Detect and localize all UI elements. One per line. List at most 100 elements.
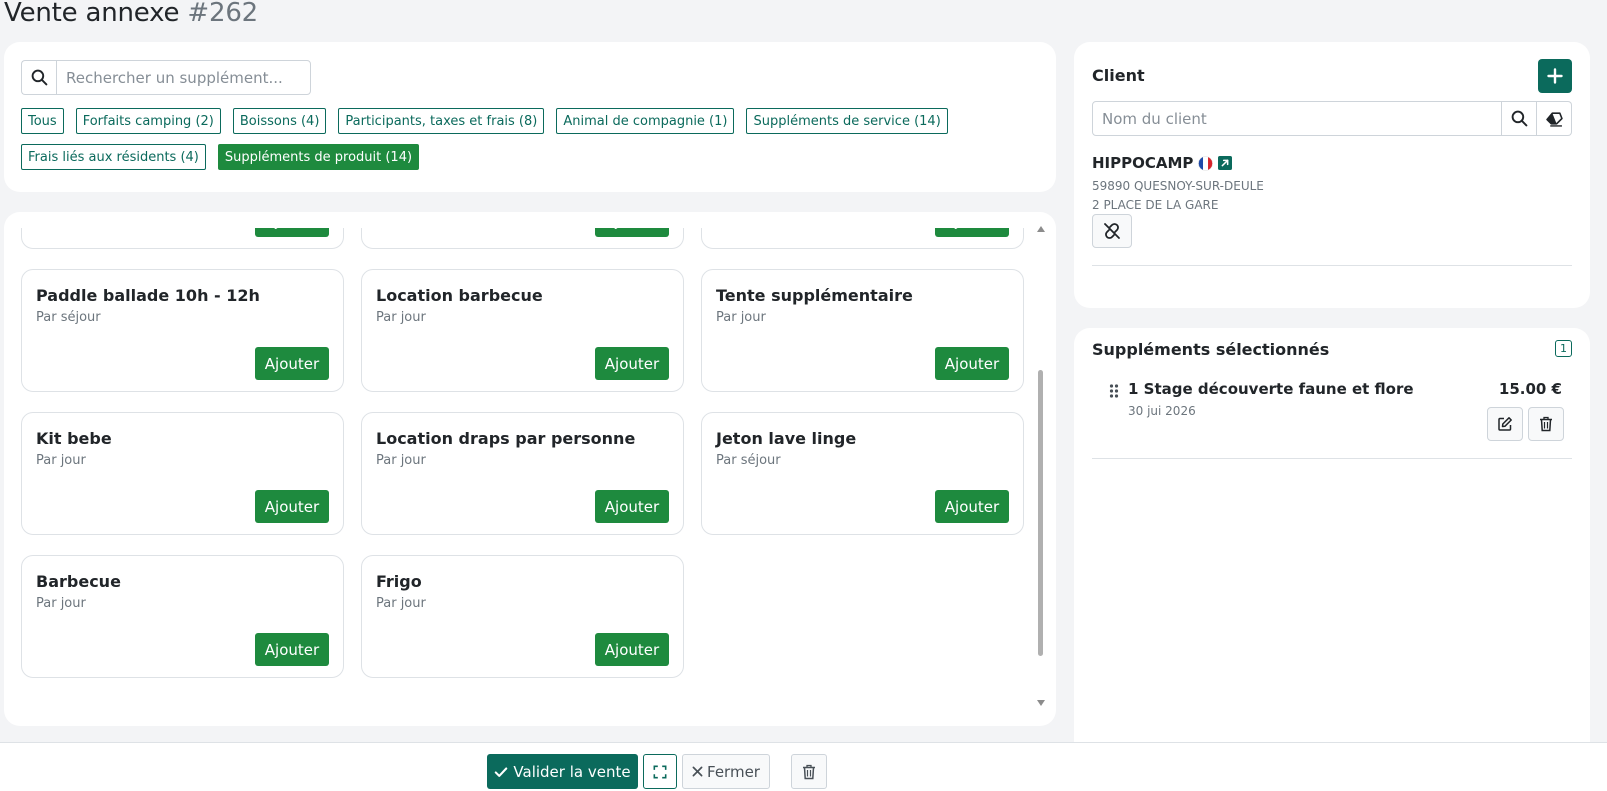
- selected-item-actions: [1487, 407, 1564, 441]
- filter-chip[interactable]: Forfaits camping (2): [75, 108, 221, 134]
- client-title: Client: [1092, 66, 1145, 85]
- validate-sale-label: Valider la vente: [513, 762, 631, 781]
- scroll-down-arrow-icon[interactable]: [1037, 700, 1045, 706]
- product-card: Jeton lave linge Par séjour Ajouter: [701, 412, 1024, 535]
- product-name: Paddle ballade 10h - 12h: [36, 286, 260, 305]
- edit-item-button[interactable]: [1487, 407, 1523, 441]
- filter-panel: Tous Forfaits camping (2) Boissons (4) Part…: [4, 42, 1056, 192]
- unlink-client-button[interactable]: [1092, 214, 1132, 248]
- products-grid: Par jourAjouterPar séjourAjouterPar jour…: [21, 228, 1024, 678]
- filter-chip[interactable]: Boissons (4): [232, 108, 327, 134]
- fullscreen-icon: [653, 765, 667, 778]
- unlink-icon: [1104, 223, 1120, 239]
- validate-sale-button[interactable]: Valider la vente: [487, 754, 638, 789]
- edit-icon: [1498, 417, 1512, 431]
- add-product-button[interactable]: Ajouter: [255, 633, 329, 666]
- client-city: 59890 QUESNOY-SUR-DEULE: [1092, 179, 1264, 193]
- client-address: 2 PLACE DE LA GARE: [1092, 198, 1219, 212]
- product-name: Kit bebe: [36, 429, 112, 448]
- filter-chip[interactable]: Tous: [21, 108, 64, 134]
- close-icon: [692, 766, 703, 777]
- client-search: [1092, 101, 1572, 136]
- open-client-link-icon[interactable]: [1218, 156, 1233, 170]
- product-card: Tente supplémentaire Par jour Ajouter: [701, 269, 1024, 392]
- add-product-button[interactable]: Ajouter: [255, 490, 329, 523]
- search-group: [21, 60, 311, 95]
- product-unit: Par jour: [376, 310, 426, 325]
- fullscreen-button[interactable]: [643, 754, 677, 789]
- filter-chip[interactable]: Frais liés aux résidents (4): [21, 144, 206, 170]
- add-product-button[interactable]: Ajouter: [595, 633, 669, 666]
- page-title-text: Vente annexe: [4, 0, 180, 28]
- selected-item-price: 15.00 €: [1498, 380, 1562, 398]
- eraser-icon: [1545, 112, 1563, 127]
- selected-item-name: 1 Stage découverte faune et flore: [1128, 380, 1414, 398]
- add-product-button[interactable]: Ajouter: [935, 228, 1009, 237]
- client-panel: Client HIPPOCAMP 59890 QUESNOY-SUR-DEULE…: [1074, 42, 1590, 308]
- trash-icon: [803, 764, 815, 779]
- product-name: Jeton lave linge: [716, 429, 857, 448]
- client-search-button[interactable]: [1502, 101, 1537, 136]
- add-product-button[interactable]: Ajouter: [255, 347, 329, 380]
- search-icon: [1511, 110, 1527, 127]
- filter-chip[interactable]: Participants, taxes et frais (8): [338, 108, 545, 134]
- products-scrollbar[interactable]: [1035, 226, 1047, 706]
- sale-number: #262: [187, 0, 259, 28]
- search-icon: [21, 60, 56, 95]
- product-name: Tente supplémentaire: [716, 286, 913, 305]
- product-unit: Par jour: [376, 596, 426, 611]
- add-product-button[interactable]: Ajouter: [935, 490, 1009, 523]
- close-label: Fermer: [707, 762, 760, 781]
- plus-icon: [1547, 68, 1563, 84]
- client-name-input[interactable]: [1092, 101, 1502, 136]
- close-button[interactable]: Fermer: [682, 754, 770, 789]
- client-name-text: HIPPOCAMP: [1092, 154, 1194, 172]
- products-panel: Par jourAjouterPar séjourAjouterPar jour…: [4, 212, 1056, 726]
- page-title: Vente annexe #262: [4, 0, 258, 28]
- selected-divider: [1092, 458, 1572, 459]
- add-product-button[interactable]: Ajouter: [595, 347, 669, 380]
- product-unit: Par jour: [36, 453, 86, 468]
- product-unit: Par jour: [376, 453, 426, 468]
- check-icon: [495, 766, 508, 777]
- product-name: Location draps par personne: [376, 429, 636, 448]
- drag-handle-icon[interactable]: [1109, 384, 1119, 398]
- product-card: Par séjourAjouter: [361, 228, 684, 249]
- selected-item: 1 Stage découverte faune et flore 30 jui…: [1092, 380, 1572, 452]
- add-product-button[interactable]: Ajouter: [595, 490, 669, 523]
- product-unit: Par séjour: [716, 453, 781, 468]
- category-filters: Tous Forfaits camping (2) Boissons (4) Part…: [21, 108, 1031, 170]
- product-card: Paddle ballade 10h - 12h Par séjour Ajoute…: [21, 269, 344, 392]
- client-name: HIPPOCAMP: [1092, 154, 1233, 172]
- delete-item-button[interactable]: [1528, 407, 1564, 441]
- product-unit: Par séjour: [36, 310, 101, 325]
- add-product-button[interactable]: Ajouter: [595, 228, 669, 237]
- delete-sale-button[interactable]: [791, 754, 827, 789]
- filter-chip[interactable]: Suppléments de produit (14): [217, 144, 420, 170]
- supplement-search-input[interactable]: [56, 60, 311, 95]
- client-divider: [1092, 265, 1572, 266]
- trash-icon: [1540, 416, 1552, 432]
- product-card: Kit bebe Par jour Ajouter: [21, 412, 344, 535]
- products-viewport: Par jourAjouterPar séjourAjouterPar jour…: [21, 228, 1031, 704]
- product-unit: Par jour: [36, 596, 86, 611]
- product-name: Location barbecue: [376, 286, 543, 305]
- selected-title: Suppléments sélectionnés: [1092, 340, 1330, 359]
- clear-client-button[interactable]: [1537, 101, 1572, 136]
- scroll-up-arrow-icon[interactable]: [1037, 226, 1045, 232]
- selected-supplements-panel: Suppléments sélectionnés 1 1 Stage décou…: [1074, 328, 1590, 748]
- action-footer: Valider la vente Fermer: [0, 742, 1607, 791]
- product-card: Location barbecue Par jour Ajouter: [361, 269, 684, 392]
- add-product-button[interactable]: Ajouter: [935, 347, 1009, 380]
- filter-chip[interactable]: Suppléments de service (14): [746, 108, 948, 134]
- selected-count-badge: 1: [1555, 340, 1572, 357]
- selected-item-date: 30 jui 2026: [1128, 404, 1196, 418]
- product-card: Frigo Par jour Ajouter: [361, 555, 684, 678]
- product-card: Par jourAjouter: [701, 228, 1024, 249]
- add-client-button[interactable]: [1538, 59, 1572, 93]
- scrollbar-thumb[interactable]: [1038, 370, 1043, 656]
- product-card: Barbecue Par jour Ajouter: [21, 555, 344, 678]
- filter-chip[interactable]: Animal de compagnie (1): [556, 108, 735, 134]
- product-card: Par jourAjouter: [21, 228, 344, 249]
- add-product-button[interactable]: Ajouter: [255, 228, 329, 237]
